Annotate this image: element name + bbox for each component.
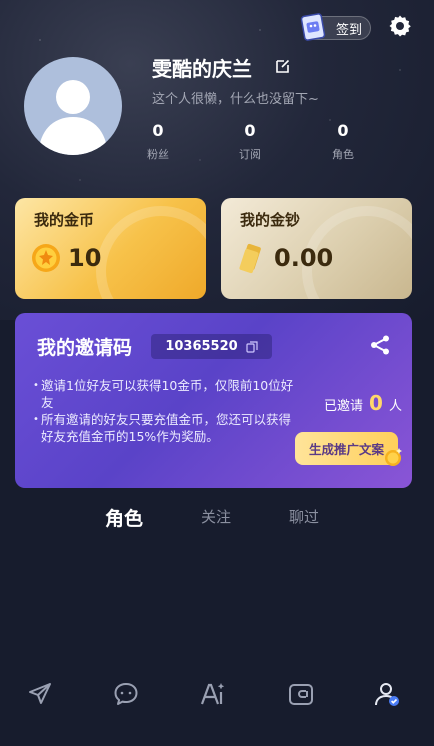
gear-icon[interactable]: [388, 14, 412, 38]
invited-count-row: 已邀请 0 人: [324, 391, 402, 415]
rule-item: 邀请1位好友可以获得10金币，仅限前10位好友: [33, 377, 295, 411]
stat-label: 粉丝: [147, 148, 169, 161]
profile-icon[interactable]: [373, 680, 401, 708]
invite-code-pill[interactable]: 10365520: [151, 334, 272, 359]
share-icon[interactable]: [369, 334, 391, 356]
stat-value: 0: [337, 121, 349, 140]
username: 雯酷的庆兰: [152, 57, 252, 81]
coins-value: 10: [68, 244, 102, 272]
stat-subscriptions[interactable]: 0 订阅: [230, 121, 270, 162]
card-decoration: [96, 206, 206, 299]
coin-icon: [32, 244, 60, 272]
default-avatar-icon: [38, 80, 108, 155]
banknote-icon: [239, 243, 261, 274]
tab-chatted[interactable]: 聊过: [289, 506, 319, 527]
tab-characters[interactable]: 角色: [105, 504, 143, 531]
coin-sparkle-icon: [385, 448, 402, 466]
avatar[interactable]: [24, 57, 122, 155]
stat-value: 0: [152, 121, 164, 140]
tab-following[interactable]: 关注: [201, 506, 231, 527]
chat-icon[interactable]: [112, 680, 140, 708]
rule-item: 所有邀请的好友只要充值金币，您还可以获得好友充值金币的15%作为奖励。: [33, 411, 295, 445]
wallet-icon[interactable]: [287, 680, 315, 708]
checkin-label: 签到: [335, 22, 362, 38]
invited-count: 0: [369, 391, 383, 415]
coins-title: 我的金币: [34, 211, 95, 229]
cash-card[interactable]: 我的金钞 0.00: [221, 198, 412, 299]
invite-card: 我的邀请码 10365520 邀请1位好友可以获得10金币，仅限前10位好友 所…: [15, 313, 412, 488]
invited-suffix: 人: [388, 399, 402, 414]
stat-label: 角色: [332, 148, 354, 161]
stat-label: 订阅: [239, 148, 261, 161]
invite-code: 10365520: [165, 339, 238, 354]
copy-icon[interactable]: [246, 340, 258, 353]
ai-create-icon[interactable]: [199, 680, 227, 708]
bottom-nav: [0, 668, 434, 726]
coins-card[interactable]: 我的金币 10: [15, 198, 206, 299]
stat-value: 0: [244, 121, 256, 140]
checkin-button[interactable]: 签到: [300, 13, 371, 41]
edit-icon[interactable]: [275, 58, 291, 74]
invite-title: 我的邀请码: [37, 337, 133, 359]
stat-characters[interactable]: 0 角色: [323, 121, 363, 162]
cash-value: 0.00: [274, 244, 334, 272]
invite-rules: 邀请1位好友可以获得10金币，仅限前10位好友 所有邀请的好友只要充值金币，您还…: [33, 377, 295, 445]
send-icon[interactable]: [26, 680, 54, 708]
stat-fans[interactable]: 0 粉丝: [138, 121, 178, 162]
calendar-icon: [300, 13, 326, 41]
bio-text: 这个人很懒，什么也没留下~: [152, 92, 319, 107]
invited-prefix: 已邀请: [324, 399, 364, 414]
cash-title: 我的金钞: [240, 211, 301, 229]
